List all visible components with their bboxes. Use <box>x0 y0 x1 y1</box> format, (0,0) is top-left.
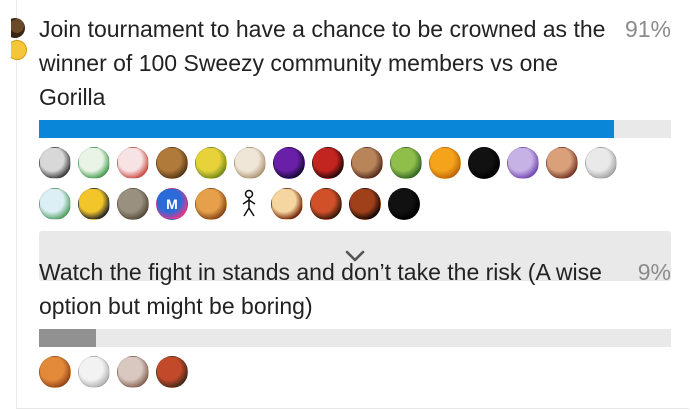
purple-space-avatar[interactable] <box>273 147 305 179</box>
brown-puppy-avatar[interactable] <box>117 356 149 388</box>
poll-option-1: Join tournament to have a chance to be c… <box>39 12 671 281</box>
orange-cat-avatar[interactable] <box>39 356 71 388</box>
avatar-letter <box>79 357 109 387</box>
avatar-letter <box>391 148 421 178</box>
avatar-letter <box>157 357 187 387</box>
gray-creature-avatar[interactable] <box>39 147 71 179</box>
yellow-green-avatar[interactable] <box>195 147 227 179</box>
avatar-letter <box>311 189 341 219</box>
stick-figure-black-avatar[interactable] <box>468 147 500 179</box>
brown-dog-avatar[interactable] <box>156 147 188 179</box>
clown-face-avatar[interactable] <box>271 188 303 220</box>
monkey-avatar[interactable] <box>156 356 188 388</box>
avatar-letter: M <box>166 196 178 212</box>
burger-avatar[interactable] <box>195 188 227 220</box>
white-bear-avatar[interactable] <box>78 356 110 388</box>
avatar-letter <box>40 189 70 219</box>
avatar-letter <box>430 148 460 178</box>
trust-badge-icon <box>11 40 27 60</box>
avatar-letter <box>79 189 109 219</box>
avatar-letter <box>272 189 302 219</box>
avatar-letter <box>118 148 148 178</box>
stick-figure-avatar[interactable] <box>234 188 264 218</box>
purple-character-avatar[interactable] <box>507 147 539 179</box>
poll-option-text: Watch the fight in stands and don’t take… <box>39 259 602 319</box>
avatar-letter <box>196 189 226 219</box>
avatar-letter <box>547 148 577 178</box>
avatar-letter <box>586 148 616 178</box>
letter-m-avatar[interactable]: M <box>156 188 188 220</box>
avatar-letter <box>235 148 265 178</box>
avatar-letter <box>157 148 187 178</box>
green-frog-avatar[interactable] <box>78 147 110 179</box>
poll-results-panel: Join tournament to have a chance to be c… <box>11 0 689 409</box>
avatar-letter <box>274 148 304 178</box>
avatar-letter <box>79 148 109 178</box>
voter-avatars: M <box>39 147 659 229</box>
avatar-letter <box>118 357 148 387</box>
poll-result-bar-fill <box>39 120 615 138</box>
anime-girl-avatar[interactable] <box>546 147 578 179</box>
red-hair-avatar[interactable] <box>310 188 342 220</box>
gray-raccoon-avatar[interactable] <box>117 188 149 220</box>
avatar-letter <box>196 148 226 178</box>
poll-option-text: Join tournament to have a chance to be c… <box>39 16 606 110</box>
green-landscape-avatar[interactable] <box>390 147 422 179</box>
red-figure-avatar[interactable] <box>312 147 344 179</box>
chrome-logo-avatar[interactable] <box>388 188 420 220</box>
avatar-letter <box>40 148 70 178</box>
moon-avatar[interactable] <box>585 147 617 179</box>
yellow-pikachu-avatar[interactable] <box>78 188 110 220</box>
poll-option-2: Watch the fight in stands and don’t take… <box>39 255 671 397</box>
poll-option-percent: 9% <box>637 259 671 285</box>
avatar-letter <box>118 189 148 219</box>
author-avatar-partial[interactable] <box>11 18 33 62</box>
avatar-letter <box>508 148 538 178</box>
avatar-letter <box>352 148 382 178</box>
poll-option-percent: 91% <box>624 16 671 42</box>
avatar-letter <box>469 148 499 178</box>
poll-result-bar <box>39 329 671 347</box>
avatar-letter <box>313 148 343 178</box>
avatar-letter <box>40 357 70 387</box>
beige-blob-avatar[interactable] <box>234 147 266 179</box>
avatar-letter <box>350 189 380 219</box>
voter-avatars <box>39 356 659 397</box>
dark-fire-avatar[interactable] <box>349 188 381 220</box>
poll-result-bar <box>39 120 671 138</box>
red-cartoon-avatar[interactable] <box>117 147 149 179</box>
green-pencil-avatar[interactable] <box>39 188 71 220</box>
crowd-photo-avatar[interactable] <box>351 147 383 179</box>
poll-result-bar-fill <box>39 329 96 347</box>
orange-cat-avatar[interactable] <box>429 147 461 179</box>
avatar-letter <box>389 189 419 219</box>
